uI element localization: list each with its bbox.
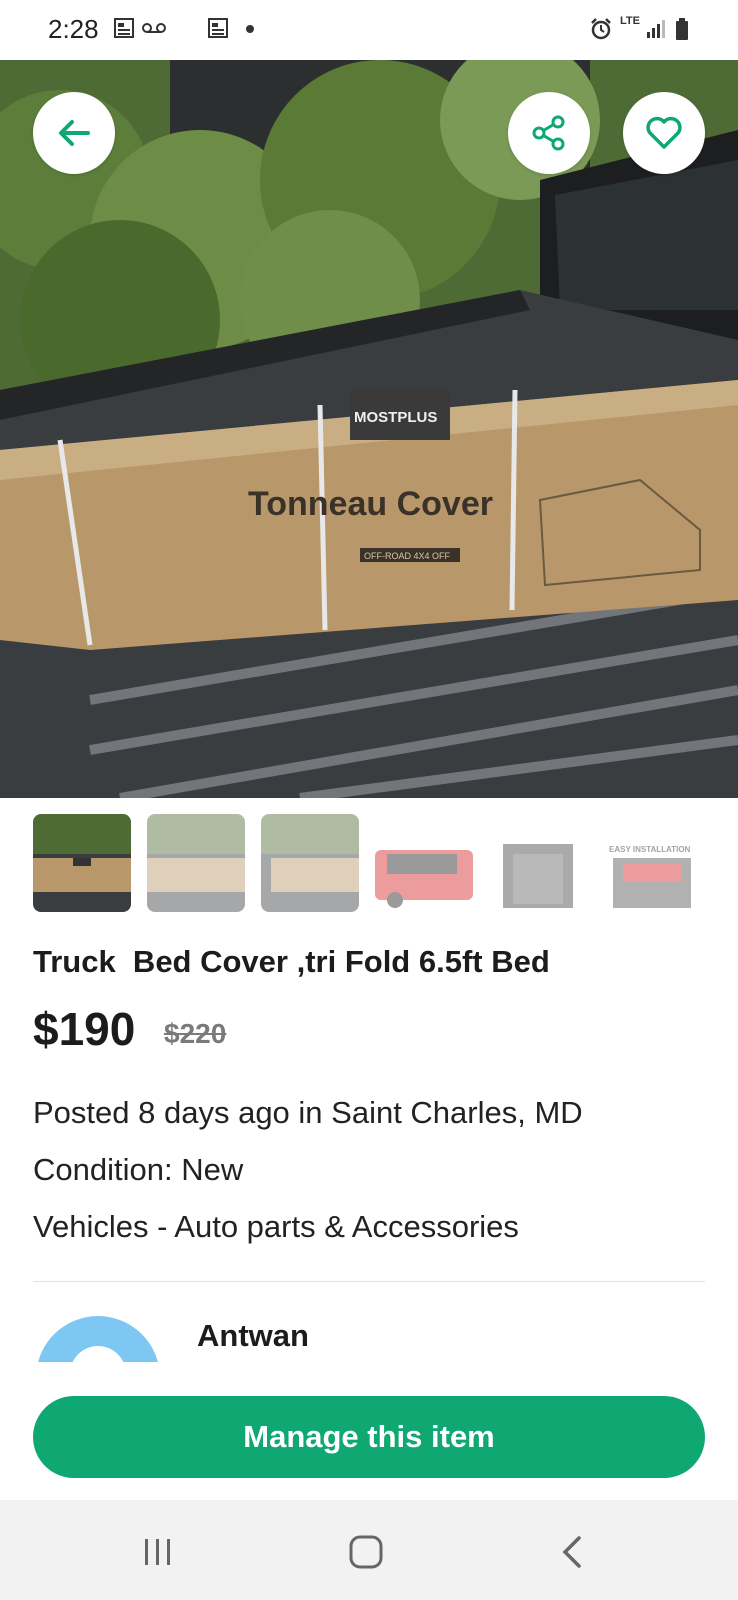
signal-icon xyxy=(647,20,665,38)
back-button[interactable] xyxy=(33,92,115,174)
original-price: $220 xyxy=(164,1018,227,1049)
photo-thumbnail[interactable] xyxy=(147,814,245,912)
news-icon xyxy=(114,18,134,38)
back-nav-button[interactable] xyxy=(542,1530,602,1574)
photo-thumbnail[interactable] xyxy=(375,814,473,912)
thumbnail-caption: EASY INSTALLATION xyxy=(609,845,691,854)
news-icon xyxy=(208,18,228,38)
photo-thumbnail[interactable] xyxy=(261,814,359,912)
back-arrow-icon xyxy=(59,120,90,146)
listing-price: $190 xyxy=(33,1003,136,1055)
condition-text: Condition: New xyxy=(33,1152,244,1187)
home-icon xyxy=(349,1535,383,1569)
photo-thumbnail[interactable] xyxy=(33,814,131,912)
heart-icon xyxy=(646,116,682,149)
divider xyxy=(33,1281,705,1282)
recents-button[interactable] xyxy=(128,1530,188,1574)
dot-icon xyxy=(246,25,254,33)
recents-icon xyxy=(145,1539,170,1565)
posted-location: Posted 8 days ago in Saint Charles, MD xyxy=(33,1095,583,1130)
manage-item-button[interactable]: Manage this item xyxy=(33,1396,705,1478)
box-tag-text: OFF-ROAD 4X4 OFF xyxy=(364,551,451,561)
seller-name[interactable]: Antwan xyxy=(197,1318,309,1354)
lte-icon: LTE xyxy=(620,15,640,27)
share-icon xyxy=(532,115,565,151)
truck-bed-photo: MOSTPLUS Tonneau Cover OFF-ROAD 4X4 OFF xyxy=(0,60,738,798)
box-brand-text: MOSTPLUS xyxy=(354,409,437,426)
share-button[interactable] xyxy=(508,92,590,174)
photo-thumbnail[interactable]: EASY INSTALLATION xyxy=(603,814,701,912)
system-nav-bar xyxy=(0,1500,738,1600)
listing-photo[interactable]: MOSTPLUS Tonneau Cover OFF-ROAD 4X4 OFF xyxy=(0,60,738,798)
battery-icon xyxy=(676,18,688,40)
status-time: 2:28 xyxy=(48,14,99,44)
photo-thumbnail-strip: EASY INSTALLATION xyxy=(33,814,705,912)
voicemail-icon xyxy=(142,23,166,33)
alarm-icon xyxy=(591,18,611,40)
home-button[interactable] xyxy=(336,1530,396,1574)
photo-thumbnail[interactable] xyxy=(489,814,587,912)
category-text[interactable]: Vehicles - Auto parts & Accessories xyxy=(33,1209,519,1245)
back-chevron-icon xyxy=(562,1536,581,1568)
box-title-text: Tonneau Cover xyxy=(248,485,493,523)
favorite-button[interactable] xyxy=(623,92,705,174)
listing-title: Truck Bed Cover ,tri Fold 6.5ft Bed xyxy=(33,944,550,979)
status-bar: 2:28 LTE xyxy=(0,0,738,60)
